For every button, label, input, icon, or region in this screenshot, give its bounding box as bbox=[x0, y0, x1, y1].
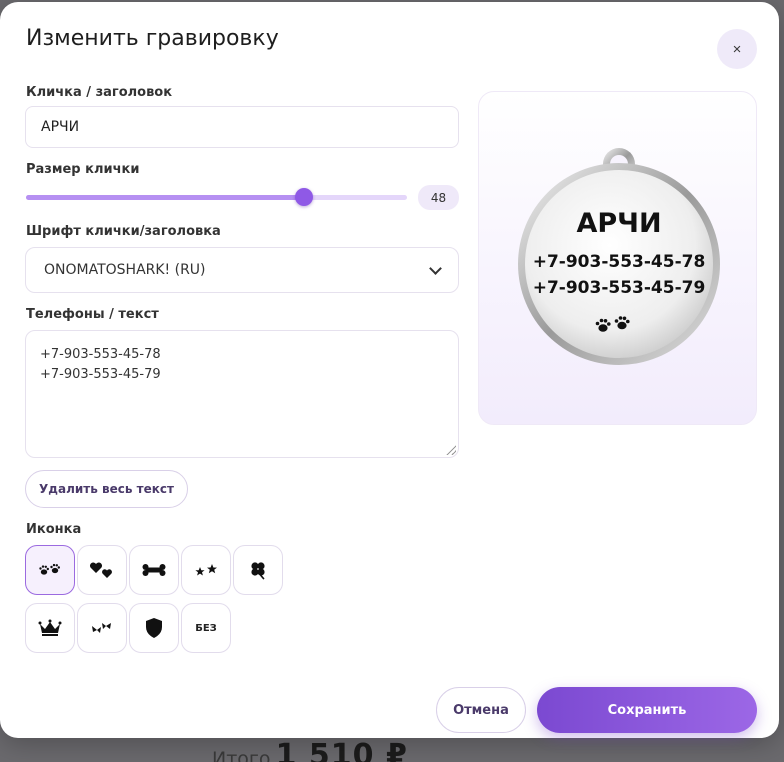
clover-icon bbox=[251, 562, 265, 580]
engraving-dialog: Изменить гравировку × Кличка / заголовок… bbox=[0, 2, 779, 738]
icon-option-paws[interactable] bbox=[25, 545, 75, 595]
size-slider-fill bbox=[26, 195, 305, 200]
size-value-badge: 48 bbox=[418, 185, 459, 210]
font-select-value: ONOMATOSHARK! (RU) bbox=[44, 262, 206, 278]
paws-icon bbox=[39, 563, 60, 575]
chevron-down-icon bbox=[429, 261, 442, 275]
crown-icon bbox=[38, 619, 62, 636]
tag-phone-line-1: +7-903-553-45-78 bbox=[533, 252, 706, 272]
icon-option-butterflies[interactable] bbox=[77, 603, 127, 653]
stars-icon bbox=[195, 564, 217, 576]
clear-text-button[interactable]: Удалить весь текст bbox=[25, 470, 188, 508]
total-label: Итого bbox=[212, 748, 271, 762]
phones-line-1: +7-903-553-45-78 bbox=[40, 347, 161, 362]
icon-option-none[interactable]: БЕЗ bbox=[181, 603, 231, 653]
phones-line-2: +7-903-553-45-79 bbox=[40, 367, 161, 382]
pet-tag-preview: АРЧИ +7-903-553-45-78 +7-903-553-45-79 bbox=[518, 148, 720, 365]
tag-name-text: АРЧИ bbox=[576, 208, 661, 239]
name-input[interactable] bbox=[25, 106, 459, 148]
icon-option-crown[interactable] bbox=[25, 603, 75, 653]
close-icon: × bbox=[732, 40, 742, 58]
icon-option-stars[interactable] bbox=[181, 545, 231, 595]
butterflies-icon bbox=[92, 623, 111, 633]
bone-icon bbox=[142, 564, 166, 576]
order-total: Итого 1 510 ₽ bbox=[212, 738, 408, 762]
phones-label: Телефоны / текст bbox=[26, 307, 159, 322]
icon-option-clover[interactable] bbox=[233, 545, 283, 595]
close-button[interactable]: × bbox=[717, 29, 757, 69]
name-label: Кличка / заголовок bbox=[26, 85, 173, 100]
size-slider[interactable] bbox=[26, 188, 407, 206]
total-amount: 1 510 ₽ bbox=[275, 738, 408, 762]
icon-option-hearts[interactable] bbox=[77, 545, 127, 595]
font-select[interactable]: ONOMATOSHARK! (RU) bbox=[25, 247, 459, 293]
size-slider-thumb[interactable] bbox=[295, 188, 314, 206]
cancel-button[interactable]: Отмена bbox=[436, 687, 526, 733]
dialog-title: Изменить гравировку bbox=[26, 26, 279, 51]
phones-textarea[interactable]: +7-903-553-45-78 +7-903-553-45-79 bbox=[25, 330, 459, 458]
shield-icon bbox=[146, 618, 162, 638]
tag-phone-line-2: +7-903-553-45-79 bbox=[533, 278, 706, 298]
icon-option-shield[interactable] bbox=[129, 603, 179, 653]
engraving-preview: АРЧИ +7-903-553-45-78 +7-903-553-45-79 bbox=[478, 91, 757, 425]
icon-option-bone[interactable] bbox=[129, 545, 179, 595]
font-label: Шрифт клички/заголовка bbox=[26, 224, 221, 239]
none-option-label: БЕЗ bbox=[195, 622, 217, 634]
size-label: Размер клички bbox=[26, 162, 140, 177]
resize-grip-icon[interactable] bbox=[446, 445, 456, 455]
save-button[interactable]: Сохранить bbox=[537, 687, 757, 733]
icon-label: Иконка bbox=[26, 522, 82, 537]
hearts-icon bbox=[89, 562, 112, 578]
